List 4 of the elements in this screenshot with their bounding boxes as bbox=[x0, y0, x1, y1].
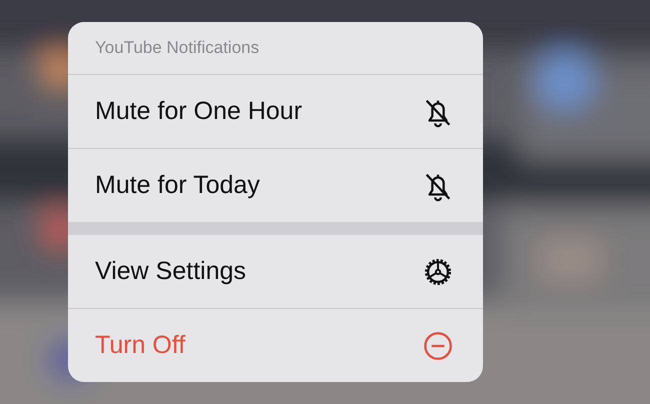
menu-item[interactable]: Mute for Today bbox=[68, 149, 483, 222]
menu-item[interactable]: View Settings bbox=[68, 235, 483, 309]
menu-item[interactable]: Mute for One Hour bbox=[68, 75, 483, 149]
menu-title: YouTube Notifications bbox=[95, 37, 260, 60]
